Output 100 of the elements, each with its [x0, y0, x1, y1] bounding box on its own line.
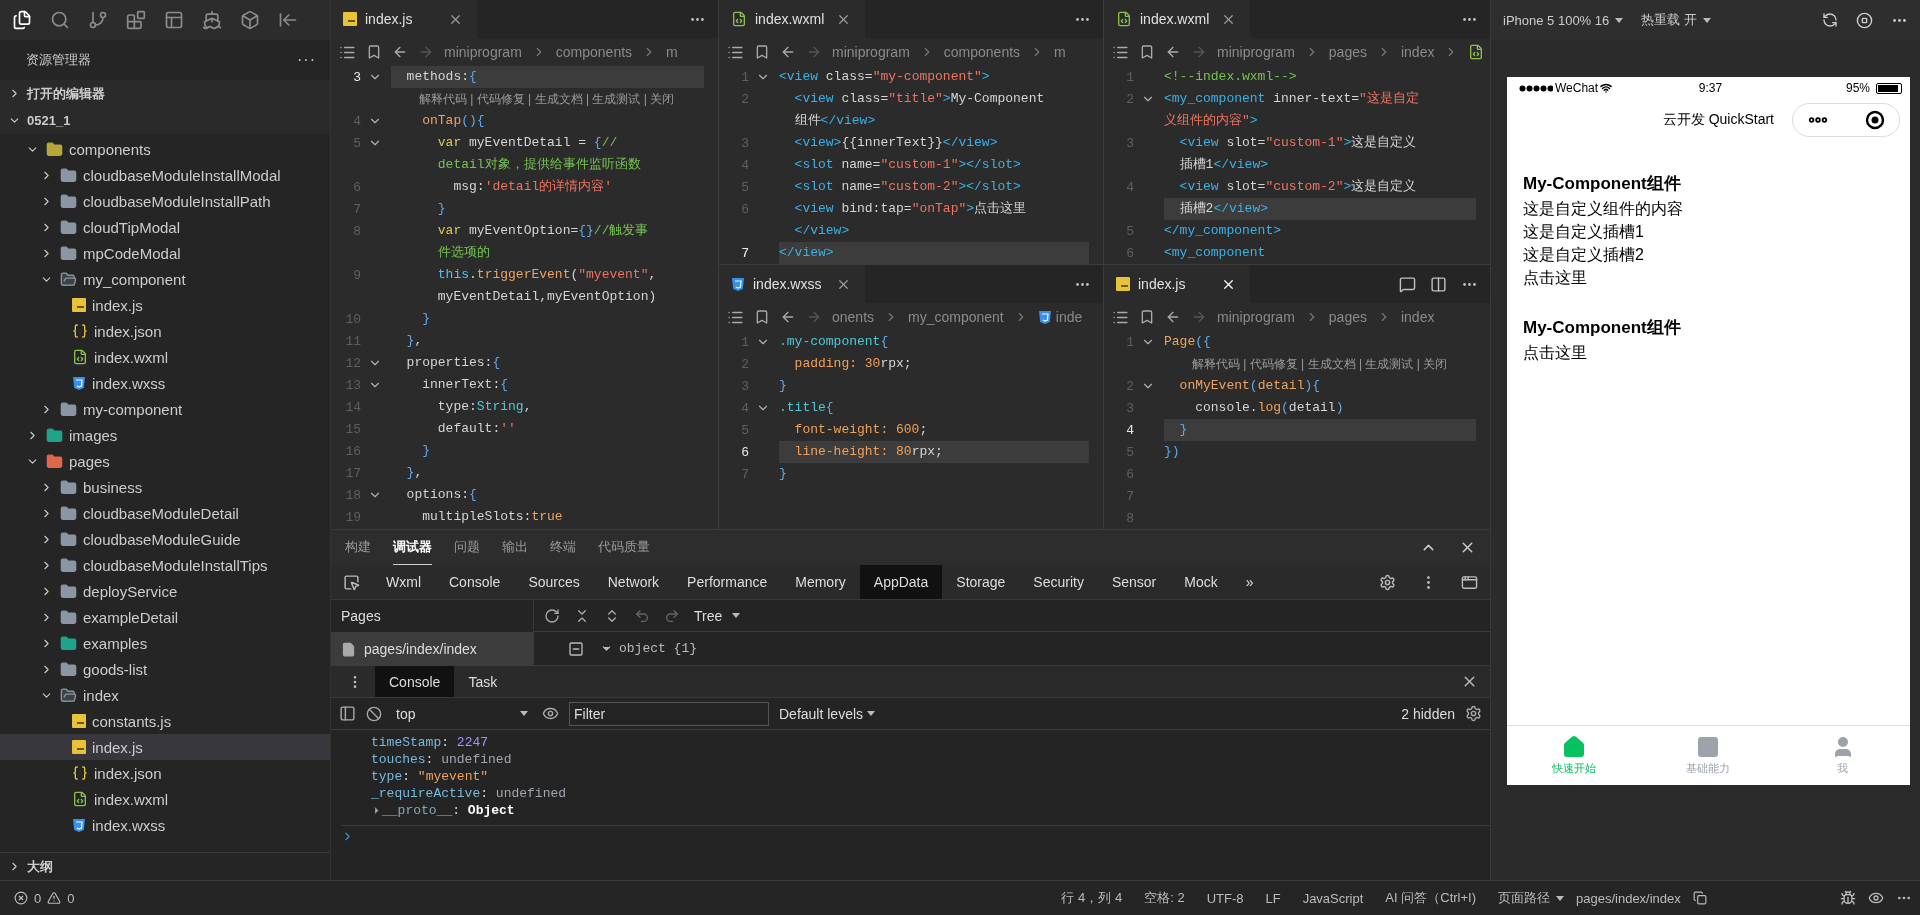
status-item[interactable]: JavaScript — [1302, 890, 1364, 906]
files-icon[interactable] — [12, 10, 32, 30]
view-mode-dropdown[interactable]: Tree — [694, 607, 741, 624]
tree-item[interactable]: my-component — [0, 396, 330, 422]
refresh-icon[interactable] — [544, 607, 560, 624]
panel-tab[interactable]: 构建 — [345, 530, 371, 566]
layout-icon[interactable] — [164, 10, 184, 30]
tree-item[interactable]: index.wxss — [0, 812, 330, 838]
bookmark-icon[interactable] — [1139, 309, 1155, 325]
back-arrow-icon[interactable] — [1165, 309, 1181, 325]
tree-item[interactable]: cloudbaseModuleGuide — [0, 526, 330, 552]
devtools-tab[interactable]: Wxml — [372, 565, 435, 599]
dock-icon[interactable] — [1461, 573, 1478, 591]
drawer-tab[interactable]: Console — [375, 666, 455, 697]
bookmark-icon[interactable] — [754, 309, 770, 325]
tree-item[interactable]: deployService — [0, 578, 330, 604]
editor-tab[interactable]: index.wxml — [1104, 0, 1250, 38]
eye-icon[interactable] — [542, 705, 559, 722]
search-icon[interactable] — [50, 10, 70, 30]
redo-icon[interactable] — [664, 607, 680, 624]
devtools-tab[interactable]: Performance — [673, 565, 782, 599]
drawer-tab[interactable]: Task — [454, 666, 512, 697]
section-header[interactable]: 0521_1 — [0, 107, 330, 134]
devtools-tab[interactable]: Mock — [1170, 565, 1232, 599]
back-arrow-icon[interactable] — [392, 44, 408, 60]
target-icon[interactable] — [1865, 110, 1885, 130]
clear-console-icon[interactable] — [366, 705, 382, 722]
breadcrumb-item[interactable]: miniprogram — [1217, 309, 1295, 325]
status-item[interactable]: 空格: 2 — [1144, 889, 1185, 907]
devtools-tab[interactable]: Console — [435, 565, 515, 599]
tree-item[interactable]: goods-list — [0, 656, 330, 682]
breadcrumb-item[interactable]: m — [666, 44, 678, 60]
warning-icon[interactable] — [47, 891, 62, 905]
collapse-icon[interactable] — [568, 640, 584, 657]
tree-item[interactable]: index — [0, 682, 330, 708]
bookmark-icon[interactable] — [754, 44, 770, 60]
editor-tab[interactable]: index.wxss — [719, 265, 865, 303]
editor-tab[interactable]: index.wxml — [719, 0, 865, 38]
breadcrumb-item[interactable]: index — [1400, 309, 1435, 325]
devtools-tab[interactable]: Security — [1019, 565, 1098, 599]
error-icon[interactable] — [14, 891, 28, 905]
back-arrow-icon[interactable] — [1165, 44, 1181, 60]
more-button[interactable]: ··· — [297, 51, 316, 69]
devtools-tab[interactable]: AppData — [859, 565, 943, 599]
devtools-tab[interactable]: Memory — [781, 565, 860, 599]
status-item[interactable]: UTF-8 — [1206, 890, 1244, 906]
branch-icon[interactable] — [88, 10, 108, 30]
refresh-icon[interactable] — [1822, 12, 1838, 28]
sidebar-toggle-icon[interactable] — [339, 705, 356, 722]
codelens-actions[interactable]: 解释代码 | 代码修复 | 生成文档 | 生成测试 | 关闭 — [1164, 355, 1448, 373]
cube-icon[interactable] — [240, 10, 260, 30]
copy-icon[interactable] — [1692, 891, 1707, 905]
breadcrumb-item[interactable]: pages — [1328, 309, 1367, 325]
eye-icon[interactable] — [1868, 890, 1884, 906]
more-tabs-button[interactable]: » — [1231, 565, 1268, 599]
error-count[interactable]: 0 — [34, 890, 42, 906]
panel-tab[interactable]: 代码质量 — [598, 530, 650, 566]
page-item[interactable]: pages/index/index — [331, 632, 533, 666]
status-item[interactable]: 行 4，列 4 — [1061, 889, 1123, 907]
tree-item[interactable]: cloudbaseModuleInstallPath — [0, 188, 330, 214]
breadcrumb-item[interactable]: miniprogram — [444, 44, 522, 60]
breadcrumb-item[interactable]: inde — [1037, 309, 1083, 325]
blocks-icon[interactable] — [126, 10, 146, 30]
tree-item[interactable]: business — [0, 474, 330, 500]
log-levels-dropdown[interactable]: Default levels — [779, 705, 876, 722]
codelens-actions[interactable]: 解释代码 | 代码修复 | 生成文档 | 生成测试 | 关闭 — [391, 90, 675, 108]
tree-item[interactable]: images — [0, 422, 330, 448]
breadcrumb-item[interactable]: pages — [1328, 44, 1367, 60]
breadcrumb-item[interactable]: index — [1400, 44, 1435, 60]
tree-item[interactable]: index.json — [0, 318, 330, 344]
ship-icon[interactable] — [202, 10, 222, 30]
object-node[interactable]: object {1} — [600, 641, 697, 656]
bug-icon[interactable] — [1840, 890, 1856, 906]
tree-item[interactable]: index.json — [0, 760, 330, 786]
tree-item[interactable]: mpCodeModal — [0, 240, 330, 266]
tree-item[interactable]: examples — [0, 630, 330, 656]
status-item[interactable]: LF — [1265, 890, 1281, 906]
settings-icon[interactable] — [1379, 573, 1396, 591]
tree-item[interactable]: cloudTipModal — [0, 214, 330, 240]
tree-item[interactable]: constants.js — [0, 708, 330, 734]
panel-tab[interactable]: 输出 — [502, 530, 528, 566]
settings-icon[interactable] — [1465, 705, 1482, 722]
split-editor-icon[interactable] — [1430, 275, 1447, 293]
devtools-tab[interactable]: Sensor — [1097, 565, 1171, 599]
inspect-element-icon[interactable] — [343, 573, 360, 591]
devtools-tab[interactable]: Network — [593, 565, 674, 599]
editor-tab[interactable]: index.js — [331, 0, 477, 38]
device-select[interactable]: iPhone 5 100% 16 — [1503, 12, 1624, 28]
warning-count[interactable]: 0 — [67, 890, 75, 906]
tree-item[interactable]: components — [0, 136, 330, 162]
tree-item[interactable]: index.js — [0, 292, 330, 318]
tree-item[interactable]: index.js — [0, 734, 330, 760]
panel-tab[interactable]: 问题 — [454, 530, 480, 566]
comment-icon[interactable] — [1399, 275, 1416, 293]
filter-input[interactable]: Filter — [569, 701, 769, 726]
tree-item[interactable]: index.wxml — [0, 786, 330, 812]
breadcrumb-item[interactable]: onents — [832, 309, 875, 325]
page-path-dropdown[interactable]: 页面路径 — [1498, 889, 1564, 907]
tree-item[interactable]: my_component — [0, 266, 330, 292]
devtools-tab[interactable]: Sources — [514, 565, 594, 599]
